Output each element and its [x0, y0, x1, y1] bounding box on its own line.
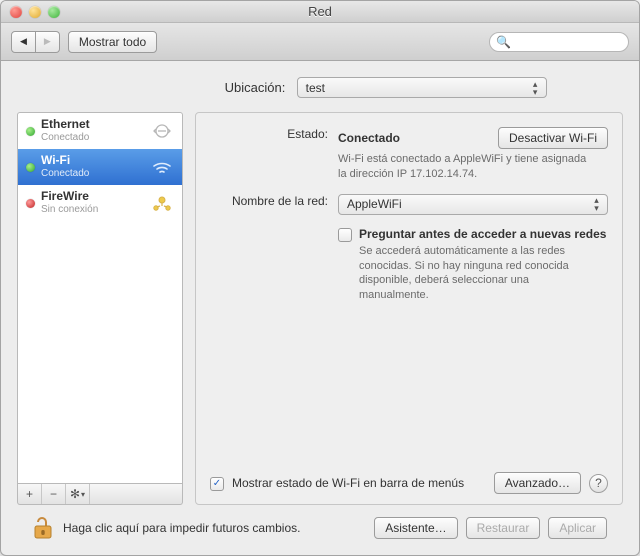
- interface-sub: Conectado: [41, 168, 89, 180]
- interface-item-ethernet[interactable]: Ethernet Conectado: [18, 113, 182, 149]
- interface-item-wifi[interactable]: Wi-Fi Conectado: [18, 149, 182, 185]
- menubar-status-label: Mostrar estado de Wi-Fi en barra de menú…: [232, 476, 464, 490]
- show-all-button[interactable]: Mostrar todo: [68, 31, 157, 53]
- location-row: Ubicación: test ▴▾: [17, 77, 623, 98]
- interface-item-firewire[interactable]: FireWire Sin conexión: [18, 185, 182, 221]
- updown-icon: ▴▾: [529, 80, 542, 96]
- prefs-window: Red ◀ ▶ Mostrar todo 🔍 Ubicación: test ▴…: [0, 0, 640, 556]
- window-title: Red: [1, 4, 639, 19]
- location-label: Ubicación:: [93, 80, 293, 95]
- help-button[interactable]: ?: [589, 474, 608, 493]
- remove-interface-button[interactable]: −: [42, 484, 66, 504]
- ask-join-checkbox[interactable]: [338, 228, 352, 242]
- forward-button[interactable]: ▶: [36, 31, 60, 53]
- ethernet-icon: [150, 121, 174, 141]
- status-dot-icon: [26, 163, 35, 172]
- advanced-button[interactable]: Avanzado…: [494, 472, 581, 494]
- list-toolbar: + − ✻▾: [17, 484, 183, 505]
- content-area: Ubicación: test ▴▾ Ethernet Conectado: [1, 61, 639, 555]
- status-dot-icon: [26, 199, 35, 208]
- lock-open-icon: [33, 515, 55, 541]
- interface-name: Wi-Fi: [41, 154, 89, 168]
- main-split: Ethernet Conectado Wi-Fi Conectado: [17, 112, 623, 505]
- search-icon: 🔍: [496, 35, 511, 49]
- toolbar: ◀ ▶ Mostrar todo 🔍: [1, 23, 639, 61]
- interface-actions-button[interactable]: ✻▾: [66, 484, 90, 504]
- ask-join-label: Preguntar antes de acceder a nuevas rede…: [359, 227, 606, 241]
- chevron-right-icon: ▶: [44, 37, 51, 46]
- chevron-down-icon: ▾: [81, 490, 85, 499]
- status-label: Estado:: [210, 127, 338, 182]
- network-name-label: Nombre de la red:: [210, 194, 338, 215]
- status-dot-icon: [26, 127, 35, 136]
- add-interface-button[interactable]: +: [18, 484, 42, 504]
- interface-name: Ethernet: [41, 118, 90, 132]
- back-button[interactable]: ◀: [11, 31, 36, 53]
- location-popup[interactable]: test ▴▾: [297, 77, 547, 98]
- status-description: Wi-Fi está conectado a AppleWiFi y tiene…: [338, 152, 588, 182]
- search-input[interactable]: [515, 35, 640, 49]
- nav-segment: ◀ ▶: [11, 31, 60, 53]
- interface-sub: Conectado: [41, 132, 90, 144]
- toggle-wifi-button[interactable]: Desactivar Wi-Fi: [498, 127, 608, 149]
- interface-name: FireWire: [41, 190, 98, 204]
- lock-button[interactable]: [33, 515, 55, 541]
- apply-button[interactable]: Aplicar: [548, 517, 607, 539]
- network-name-popup[interactable]: AppleWiFi ▴▾: [338, 194, 608, 215]
- status-value: Conectado: [338, 131, 400, 145]
- restore-button[interactable]: Restaurar: [466, 517, 541, 539]
- menubar-status-checkbox[interactable]: ✓: [210, 477, 224, 491]
- location-value: test: [306, 81, 325, 95]
- interface-sub: Sin conexión: [41, 204, 98, 216]
- updown-icon: ▴▾: [590, 196, 603, 212]
- interface-sidebar: Ethernet Conectado Wi-Fi Conectado: [17, 112, 183, 505]
- footer: Haga clic aquí para impedir futuros camb…: [17, 505, 623, 555]
- titlebar: Red: [1, 1, 639, 23]
- firewire-icon: [150, 193, 174, 213]
- lock-hint: Haga clic aquí para impedir futuros camb…: [63, 521, 300, 535]
- search-field[interactable]: 🔍: [489, 32, 629, 52]
- wifi-icon: [150, 157, 174, 177]
- details-panel: Estado: Conectado Desactivar Wi-Fi Wi-Fi…: [195, 112, 623, 505]
- interface-list[interactable]: Ethernet Conectado Wi-Fi Conectado: [17, 112, 183, 484]
- assistant-button[interactable]: Asistente…: [374, 517, 457, 539]
- chevron-left-icon: ◀: [20, 37, 27, 46]
- ask-join-description: Se accederá automáticamente a las redes …: [359, 244, 599, 303]
- gear-icon: ✻: [70, 487, 80, 501]
- network-name-value: AppleWiFi: [347, 197, 402, 211]
